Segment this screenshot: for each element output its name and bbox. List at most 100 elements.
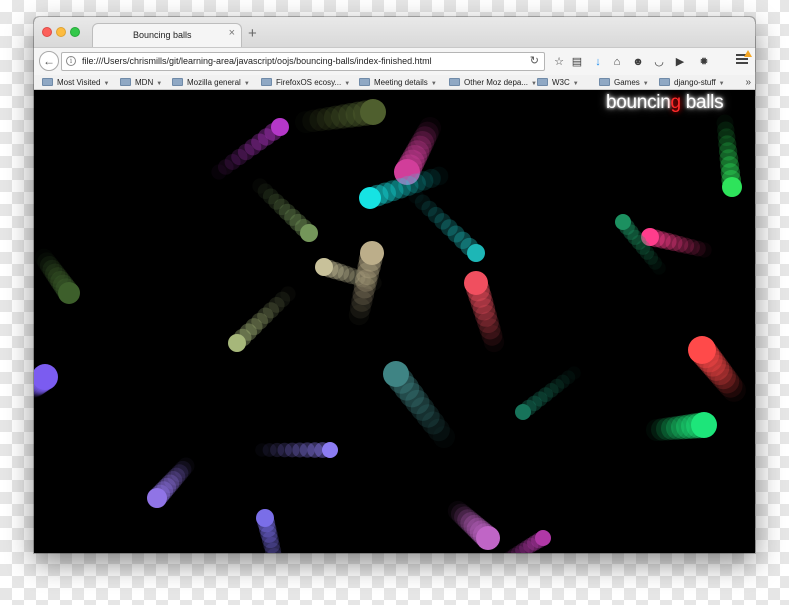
- ball-4: [408, 188, 485, 262]
- chat-icon[interactable]: ☻: [630, 55, 646, 69]
- ball-12: [716, 114, 742, 197]
- ball-head: [322, 442, 338, 458]
- chevron-down-icon: ▼: [718, 81, 725, 87]
- ball-5: [252, 178, 318, 242]
- ball-head: [359, 187, 381, 209]
- ball-18: [645, 412, 717, 442]
- site-info-icon[interactable]: i: [66, 56, 76, 66]
- bookmark-folder-7[interactable]: Games ▼: [599, 76, 649, 89]
- navigation-toolbar: ← i file:///Users/chrismills/git/learnin…: [34, 47, 755, 75]
- address-bar[interactable]: i file:///Users/chrismills/git/learning-…: [61, 52, 545, 71]
- folder-icon: [537, 78, 548, 86]
- ball-head: [58, 282, 80, 304]
- bookmark-label: Mozilla general: [187, 78, 241, 87]
- tab-bouncing-balls[interactable]: Bouncing balls ×: [92, 23, 242, 47]
- ball-1: [211, 118, 289, 180]
- folder-icon: [359, 78, 370, 86]
- chevron-down-icon: ▼: [156, 81, 163, 87]
- ball-20: [147, 457, 195, 508]
- bookmark-label: FirefoxOS ecosy...: [276, 78, 342, 87]
- ball-head: [360, 241, 384, 265]
- ball-head: [467, 244, 485, 262]
- bookmark-folder-5[interactable]: Other Moz depa... ▼: [449, 76, 537, 89]
- ball-head: [464, 271, 488, 295]
- download-icon[interactable]: ↓: [590, 55, 606, 69]
- maximize-window-button[interactable]: [70, 27, 80, 37]
- folder-icon: [172, 78, 183, 86]
- chevron-down-icon: ▼: [103, 81, 110, 87]
- update-warning-icon: [744, 50, 752, 57]
- folder-icon: [120, 78, 131, 86]
- ball-head: [228, 334, 246, 352]
- bookmark-label: django-stuff: [674, 78, 716, 87]
- folder-icon: [449, 78, 460, 86]
- ball-head: [615, 214, 631, 230]
- pocket-icon[interactable]: ◡: [651, 55, 667, 69]
- bookmark-folder-6[interactable]: W3C ▼: [537, 76, 579, 89]
- ball-head: [722, 177, 742, 197]
- bookmark-star-icon[interactable]: ☆: [551, 55, 567, 69]
- new-tab-button[interactable]: +: [248, 26, 257, 41]
- bookmark-label: MDN: [135, 78, 154, 87]
- ball-head: [688, 336, 716, 364]
- ball-head: [383, 361, 409, 387]
- ball-head: [691, 412, 717, 438]
- bookmark-label: Most Visited: [57, 78, 101, 87]
- folder-icon: [599, 78, 610, 86]
- ball-22: [447, 500, 500, 550]
- ball-head: [360, 99, 386, 125]
- bookmark-label: W3C: [552, 78, 570, 87]
- tab-close-icon[interactable]: ×: [229, 28, 235, 39]
- home-icon[interactable]: ⌂: [609, 55, 625, 69]
- bookmark-label: Games: [614, 78, 640, 87]
- ball-14: [688, 336, 746, 402]
- ball-10: [464, 271, 505, 353]
- firebug-icon[interactable]: ✹: [696, 55, 712, 69]
- bookmark-folder-8[interactable]: django-stuff ▼: [659, 76, 725, 89]
- chevron-down-icon: ▼: [243, 81, 250, 87]
- ball-head: [515, 404, 531, 420]
- bookmark-folder-1[interactable]: MDN ▼: [120, 76, 162, 89]
- ball-head: [256, 509, 274, 527]
- chevron-down-icon: ▼: [642, 81, 649, 87]
- chevron-down-icon: ▼: [344, 81, 351, 87]
- chevron-down-icon: ▼: [572, 81, 579, 87]
- ball-19: [255, 442, 338, 458]
- page-canvas[interactable]: bouncing balls: [34, 90, 755, 553]
- ball-15: [34, 364, 58, 399]
- ball-head: [34, 364, 58, 390]
- ball-6: [34, 248, 80, 304]
- browser-window: Bouncing balls × + ← i file:///Users/chr…: [34, 17, 755, 553]
- ball-head: [535, 530, 551, 546]
- reading-list-icon[interactable]: ▤: [569, 55, 585, 69]
- ball-head: [147, 488, 167, 508]
- bookmarks-toolbar: Most Visited ▼ MDN ▼ Mozilla general ▼ Firefox…: [34, 75, 755, 90]
- folder-icon: [42, 78, 53, 86]
- bookmark-folder-2[interactable]: Mozilla general ▼: [172, 76, 250, 89]
- ball-11: [515, 366, 581, 420]
- ball-9: [228, 286, 296, 352]
- chevron-down-icon: ▼: [430, 81, 437, 87]
- bouncing-balls-canvas: [34, 99, 746, 553]
- bookmarks-overflow-icon[interactable]: »: [745, 76, 751, 89]
- bookmark-folder-3[interactable]: FirefoxOS ecosy... ▼: [261, 76, 350, 89]
- tab-title: Bouncing balls: [133, 30, 192, 40]
- bookmark-label: Meeting details: [374, 78, 428, 87]
- reload-icon[interactable]: ↻: [530, 55, 539, 68]
- ball-head: [271, 118, 289, 136]
- folder-icon: [261, 78, 272, 86]
- ball-16: [383, 361, 456, 449]
- minimize-window-button[interactable]: [56, 27, 66, 37]
- ball-0: [294, 99, 386, 134]
- youtube-icon[interactable]: ▶: [672, 55, 688, 69]
- ball-head: [476, 526, 500, 550]
- bookmark-folder-0[interactable]: Most Visited ▼: [42, 76, 109, 89]
- url-text[interactable]: file:///Users/chrismills/git/learning-ar…: [82, 56, 432, 66]
- ball-23: [504, 530, 551, 553]
- back-button[interactable]: ←: [39, 51, 59, 71]
- close-window-button[interactable]: [42, 27, 52, 37]
- title-bar: Bouncing balls × +: [34, 17, 755, 47]
- bookmark-folder-4[interactable]: Meeting details ▼: [359, 76, 437, 89]
- ball-21: [256, 509, 282, 553]
- folder-icon: [659, 78, 670, 86]
